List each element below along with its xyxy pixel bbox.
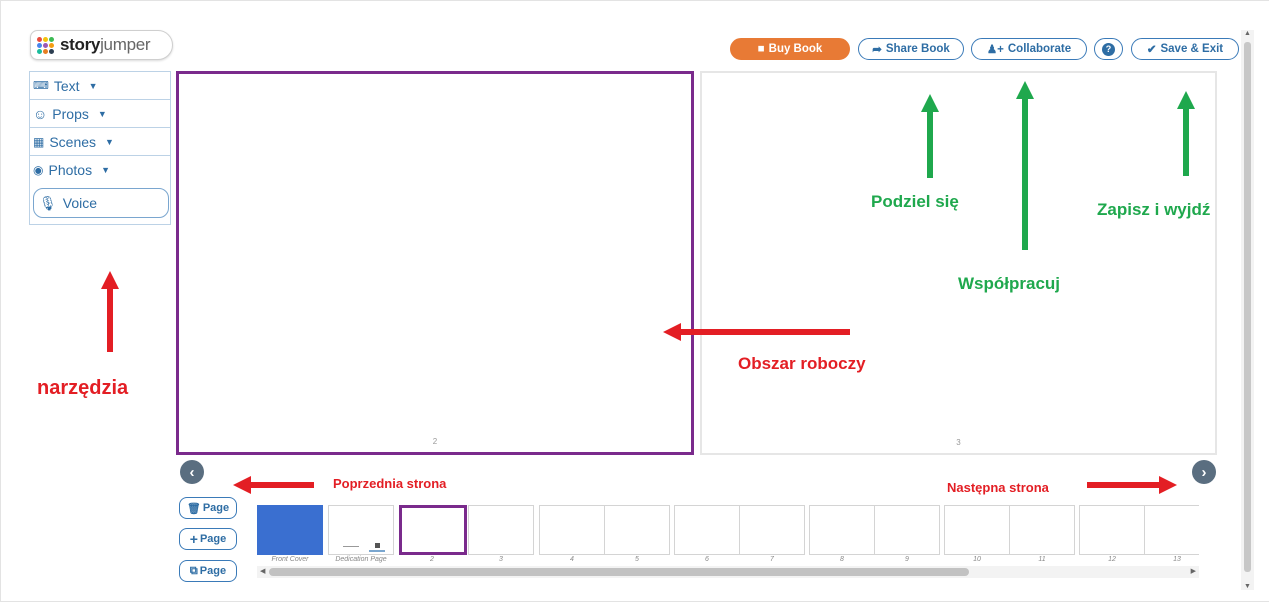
- annotation-collaborate: Współpracuj: [958, 274, 1061, 293]
- annotation-arrows: [101, 81, 1195, 494]
- annotation-next-page: Następna strona: [947, 480, 1049, 495]
- annotation-prev-page: Poprzednia strona: [333, 476, 447, 491]
- annotation-save: Zapisz i wyjdź: [1097, 200, 1211, 219]
- annotation-share: Podziel się: [871, 192, 959, 211]
- annotation-tools: narzędzia: [37, 377, 129, 399]
- annotation-workspace: Obszar roboczy: [738, 354, 866, 373]
